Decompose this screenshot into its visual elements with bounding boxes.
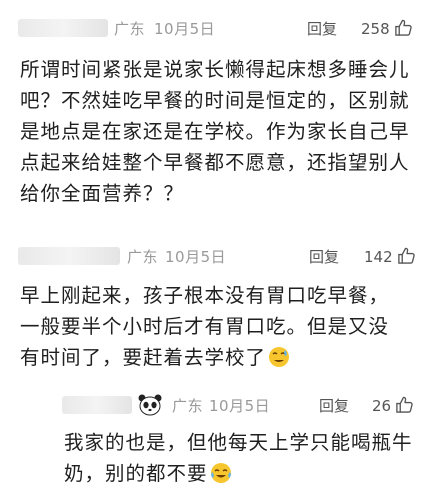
comment-meta: 广东 10月5日 回复 26: [0, 393, 437, 417]
comment-text-block: 我家的也是，但他每天上学只能喝瓶牛奶，别的都不要: [64, 427, 424, 489]
username-blurred[interactable]: [62, 396, 132, 414]
comment-text: 我家的也是，但他每天上学只能喝瓶牛奶，别的都不要: [64, 431, 413, 485]
thumbs-up-icon: [396, 396, 413, 413]
comment-3-reply: 广东 10月5日 回复 26 我家的也是，但他每天上学只能喝瓶牛奶，别的都不要: [0, 0, 437, 494]
comment-date: 10月5日: [209, 397, 271, 415]
reply-button[interactable]: 回复: [319, 395, 349, 416]
tears-of-joy-emoji-icon: [210, 463, 231, 483]
like-count: 26: [372, 397, 392, 415]
like-button[interactable]: 26: [372, 395, 414, 415]
comment-location: 广东: [172, 397, 204, 415]
panda-avatar-icon: [138, 394, 162, 416]
